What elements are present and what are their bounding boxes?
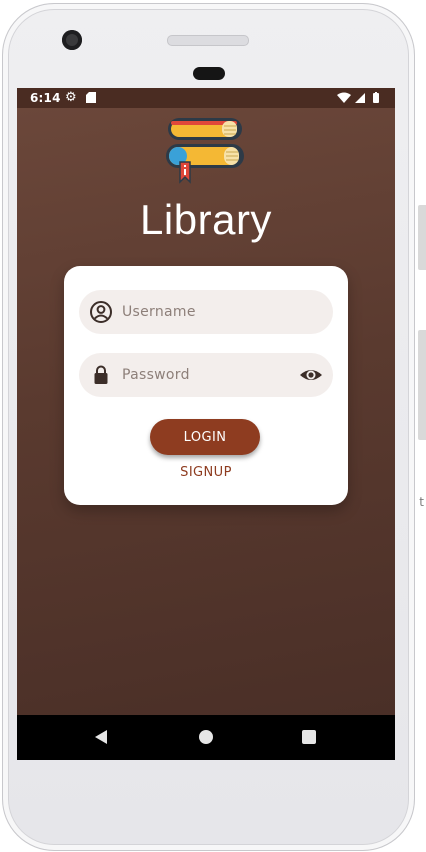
gear-icon: ⚙ <box>65 90 77 105</box>
volume-button <box>418 205 426 270</box>
emulator-stage: t 6:14 ⚙ Library Username LOGIN SIGNUP <box>0 0 426 852</box>
front-camera <box>62 30 82 50</box>
signup-link[interactable]: SIGNUP <box>64 465 348 480</box>
eye-icon[interactable] <box>299 364 323 386</box>
wifi-icon <box>337 92 351 103</box>
signal-icon <box>355 93 365 103</box>
login-screen: Library Username LOGIN SIGNUP <box>17 108 395 715</box>
app-title: Library <box>140 196 272 243</box>
navigation-bar <box>17 715 395 760</box>
back-icon[interactable] <box>93 729 109 745</box>
login-button[interactable]: LOGIN <box>150 419 260 455</box>
sd-card-icon <box>86 92 96 103</box>
earpiece-speaker <box>167 35 249 46</box>
status-time: 6:14 <box>30 91 61 105</box>
password-input[interactable] <box>122 353 292 397</box>
stacked-books-icon <box>166 118 244 184</box>
username-field <box>79 290 333 334</box>
proximity-sensor <box>193 67 225 80</box>
password-field <box>79 353 333 397</box>
status-bar: 6:14 ⚙ <box>17 88 395 108</box>
edge-glyph: t <box>419 495 424 509</box>
battery-icon <box>373 92 379 103</box>
login-card: LOGIN SIGNUP <box>64 266 348 505</box>
home-icon[interactable] <box>199 730 213 744</box>
power-button <box>418 330 426 440</box>
username-input[interactable] <box>122 290 292 334</box>
account-circle-icon <box>90 301 112 323</box>
device-screen: 6:14 ⚙ Library Username LOGIN SIGNUP <box>17 88 395 760</box>
recents-icon[interactable] <box>302 730 316 744</box>
status-icons <box>337 92 379 103</box>
lock-icon <box>94 365 108 384</box>
